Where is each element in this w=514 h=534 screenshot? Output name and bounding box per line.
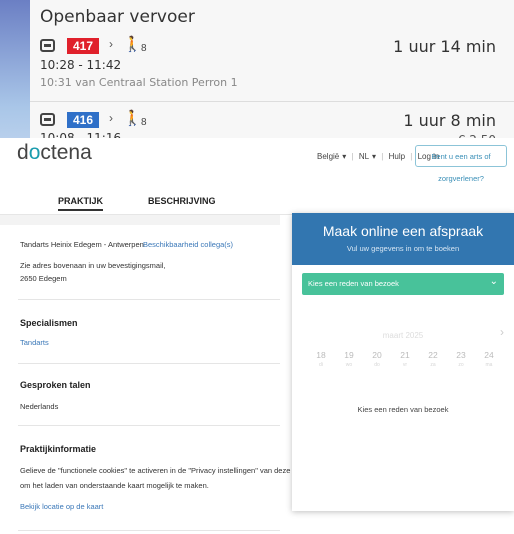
practice-info-text: Gelieve de "functionele cookies" te acti… [20, 466, 315, 475]
doctena-logo[interactable]: doctena [17, 141, 92, 165]
content-top-band [0, 215, 280, 225]
calendar-day: 19 [344, 350, 354, 360]
logo-text-prefix: d [17, 141, 29, 164]
booking-header: Maak online een afspraak Vul uw gegevens… [292, 213, 514, 265]
section-divider [18, 299, 280, 300]
doctena-page: doctena België ▾ | NL ▾ | Hulp | Log in Be… [0, 138, 514, 534]
calendar-weekday: za [430, 362, 436, 368]
calendar-month: maart 2025 [382, 331, 424, 340]
bus-line-badge: 417 [67, 38, 100, 54]
practice-name: Tandarts Heinix Edegem - Antwerpen [20, 240, 144, 249]
caret-icon: ▾ [342, 152, 347, 161]
tab-bar: PRAKTIJK BESCHRIJVING [0, 186, 514, 215]
route-duration: 1 uur 14 min [393, 37, 496, 56]
route-divider [30, 101, 514, 102]
walk-minutes: 8 [141, 117, 147, 128]
section-divider [18, 425, 280, 426]
nav-separator: | [381, 152, 384, 161]
route-times: 10:28 - 11:42 [40, 58, 122, 72]
transit-panel: Openbaar vervoer 417 › 🚶 8 1 uur 14 min … [30, 0, 514, 147]
nav-separator: | [410, 152, 413, 161]
calendar-day: 22 [428, 350, 438, 360]
chevron-right-icon: › [109, 111, 113, 125]
section-divider [18, 363, 280, 364]
calendar-weekday: do [374, 362, 380, 368]
bus-icon [40, 113, 55, 126]
specialisms-heading: Specialismen [20, 318, 78, 328]
country-selector[interactable]: België [317, 152, 339, 161]
calendar-weekday: vr [402, 362, 408, 368]
language-value: Nederlands [20, 402, 59, 411]
booking-title: Maak online een afspraak [322, 223, 484, 239]
calendar-weekday: di [319, 362, 323, 368]
practice-info-text: om het laden van onderstaande kaart moge… [20, 481, 209, 490]
logo-text-suffix: ctena [40, 141, 92, 164]
calendar-day: 23 [456, 350, 466, 360]
calendar-weekday: wo [345, 362, 353, 368]
calendar-weekday: ma [485, 362, 493, 368]
address-city: 2650 Edegem [20, 274, 67, 283]
tab-praktijk[interactable]: PRAKTIJK [58, 196, 104, 211]
practice-info-heading: Praktijkinformatie [20, 444, 97, 454]
walk-icon: 🚶 [123, 110, 142, 127]
transit-title: Openbaar vervoer [40, 7, 195, 27]
availability-link[interactable]: Beschikbaarheid collega(s) [143, 238, 233, 251]
bus-line-badge: 416 [67, 112, 100, 128]
visit-reason-label: Kies een reden van bezoek [308, 279, 399, 288]
bus-icon [40, 39, 55, 52]
nav-separator: | [351, 152, 354, 161]
calendar-weekday: zo [458, 362, 464, 368]
calendar: maart 2025 › 18 19 20 21 22 23 24 di wo … [292, 307, 514, 368]
booking-widget: Maak online een afspraak Vul uw gegevens… [292, 213, 514, 511]
provider-cta-button[interactable]: Bent u een arts of zorgverlener? [415, 145, 507, 183]
calendar-day: 20 [372, 350, 382, 360]
logo-pin-icon: o [28, 141, 41, 164]
booking-empty-message: Kies een reden van bezoek [357, 405, 449, 414]
section-divider [18, 530, 280, 531]
specialism-link[interactable]: Tandarts [20, 336, 49, 349]
calendar-day: 21 [400, 350, 410, 360]
route-departure: 10:31 van Centraal Station Perron 1 [40, 76, 238, 89]
languages-heading: Gesproken talen [20, 380, 91, 390]
chevron-right-icon: › [109, 37, 113, 51]
help-link[interactable]: Hulp [389, 152, 405, 161]
booking-subtitle: Vul uw gegevens in om te boeken [346, 244, 460, 253]
calendar-day: 24 [484, 350, 494, 360]
next-week-arrow-icon[interactable]: › [500, 325, 504, 339]
language-selector[interactable]: NL [359, 152, 369, 161]
visit-reason-select[interactable]: Kies een reden van bezoek ⌄ [302, 273, 504, 295]
chevron-down-icon: ⌄ [489, 276, 498, 287]
address-note: Zie adres bovenaan in uw bevestigingsmai… [20, 261, 166, 270]
route-duration: 1 uur 8 min [403, 111, 496, 130]
caret-icon: ▾ [372, 152, 377, 161]
calendar-day: 18 [316, 350, 326, 360]
map-link[interactable]: Bekijk locatie op de kaart [20, 500, 103, 513]
walk-icon: 🚶 [123, 36, 142, 53]
walk-minutes: 8 [141, 43, 147, 54]
tab-beschrijving[interactable]: BESCHRIJVING [148, 196, 216, 206]
